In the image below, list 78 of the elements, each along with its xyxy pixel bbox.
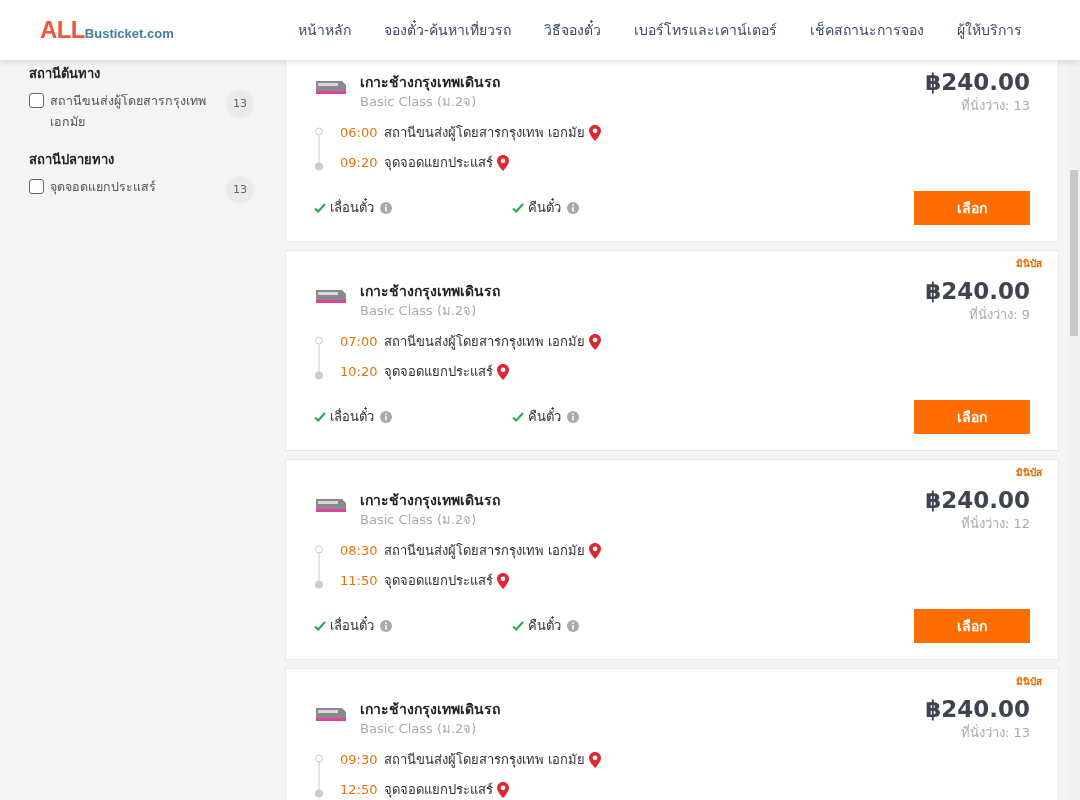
site-logo[interactable]: ALLBusticket.com	[40, 12, 174, 48]
info-icon[interactable]	[567, 620, 579, 632]
map-pin-icon	[497, 363, 509, 380]
departure-time: 11:50	[340, 571, 379, 590]
seats-available: ที่นั่งว่าง: 12	[960, 516, 1030, 532]
map-pin-icon	[589, 333, 602, 350]
nav-link[interactable]: เช็คสถานะการจอง	[810, 19, 924, 41]
station-name: จุดจอดแยกประแสร์	[384, 780, 493, 800]
option-count: 13	[226, 90, 254, 118]
operator-name: เกาะช้างกรุงเทพเดินรถ	[360, 282, 500, 301]
station-name: จุดจอดแยกประแสร์	[384, 153, 493, 173]
info-icon[interactable]	[567, 411, 579, 423]
departure-time: 06:00	[340, 123, 379, 142]
checkbox[interactable]	[29, 93, 44, 108]
departure-time: 10:20	[340, 362, 379, 381]
map-pin-icon	[589, 542, 602, 559]
route-line-icon	[314, 545, 324, 589]
filter-option-label[interactable]: สถานีขนส่งผู้โดยสารกรุงเทพ เอกมัย	[50, 90, 220, 132]
departure-time: 09:20	[340, 153, 379, 172]
bus-logo-icon	[314, 78, 348, 96]
feature-label: เลื่อนตั๋ว	[330, 198, 374, 218]
seats-available: ที่นั่งว่าง: 9	[969, 307, 1030, 323]
info-icon[interactable]	[567, 202, 579, 214]
feature-label: คืนตั๋ว	[528, 616, 561, 636]
bus-logo-icon	[314, 705, 348, 723]
bus-class: Basic Class (ม.2จ)	[360, 93, 478, 111]
nav-link[interactable]: จองตั๋ว-ค้นหาเที่ยวรถ	[383, 19, 511, 41]
feature-label: เลื่อนตั๋ว	[330, 616, 374, 636]
bus-type-tag: มินิบัส	[1016, 466, 1042, 480]
option-count: 13	[226, 176, 254, 204]
departure-time: 08:30	[340, 541, 379, 560]
filter-option-label[interactable]: จุดจอดแยกประแสร์	[50, 176, 220, 197]
bus-logo-icon	[314, 496, 348, 514]
feature-label: เลื่อนตั๋ว	[330, 407, 374, 427]
bus-type-tag: มินิบัส	[1016, 675, 1042, 689]
station-name: สถานีขนส่งผู้โดยสารกรุงเทพ เอกมัย	[384, 750, 586, 770]
departure-time: 07:00	[340, 332, 379, 351]
info-icon[interactable]	[380, 411, 392, 423]
map-pin-icon	[497, 572, 509, 589]
bus-class: Basic Class (ม.2จ)	[360, 511, 478, 529]
info-icon[interactable]	[380, 620, 392, 632]
nav-link[interactable]: หน้าหลัก	[297, 19, 351, 41]
nav-link[interactable]: ผู้ให้บริการ	[957, 19, 1022, 41]
filter-title: สถานีปลายทาง	[29, 151, 115, 169]
price: ฿240.00	[925, 486, 1030, 515]
route-line-icon	[314, 127, 324, 171]
route-line-icon	[314, 336, 324, 380]
departure-time: 12:50	[340, 780, 379, 799]
price: ฿240.00	[925, 277, 1030, 306]
map-pin-icon	[497, 154, 509, 171]
operator-name: เกาะช้างกรุงเทพเดินรถ	[360, 73, 500, 92]
filter-title: สถานีต้นทาง	[29, 65, 101, 83]
info-icon[interactable]	[380, 202, 392, 214]
logo-subtext: Busticket.com	[84, 26, 174, 43]
bus-class: Basic Class (ม.2จ)	[360, 720, 478, 738]
map-pin-icon	[589, 124, 602, 141]
feature-label: คืนตั๋ว	[528, 407, 561, 427]
departure-time: 09:30	[340, 750, 379, 769]
nav-link[interactable]: วิธีจองตั๋ว	[544, 19, 601, 41]
station-name: สถานีขนส่งผู้โดยสารกรุงเทพ เอกมัย	[384, 541, 586, 561]
price: ฿240.00	[925, 695, 1030, 724]
bus-logo-icon	[314, 287, 348, 305]
bus-class: Basic Class (ม.2จ)	[360, 302, 478, 320]
station-name: สถานีขนส่งผู้โดยสารกรุงเทพ เอกมัย	[384, 332, 586, 352]
station-name: จุดจอดแยกประแสร์	[384, 362, 493, 382]
station-name: จุดจอดแยกประแสร์	[384, 571, 493, 591]
bus-type-tag: มินิบัส	[1016, 257, 1042, 271]
logo-text: ALL	[40, 15, 85, 45]
operator-name: เกาะช้างกรุงเทพเดินรถ	[360, 491, 500, 510]
station-name: สถานีขนส่งผู้โดยสารกรุงเทพ เอกมัย	[384, 123, 586, 143]
price: ฿240.00	[925, 68, 1030, 97]
nav-link[interactable]: เบอร์โทรและเคาน์เตอร์	[634, 19, 777, 41]
seats-available: ที่นั่งว่าง: 13	[960, 725, 1030, 741]
seats-available: ที่นั่งว่าง: 13	[960, 98, 1030, 114]
map-pin-icon	[589, 751, 602, 768]
feature-label: คืนตั๋ว	[528, 198, 561, 218]
checkbox[interactable]	[29, 179, 44, 194]
operator-name: เกาะช้างกรุงเทพเดินรถ	[360, 700, 500, 719]
